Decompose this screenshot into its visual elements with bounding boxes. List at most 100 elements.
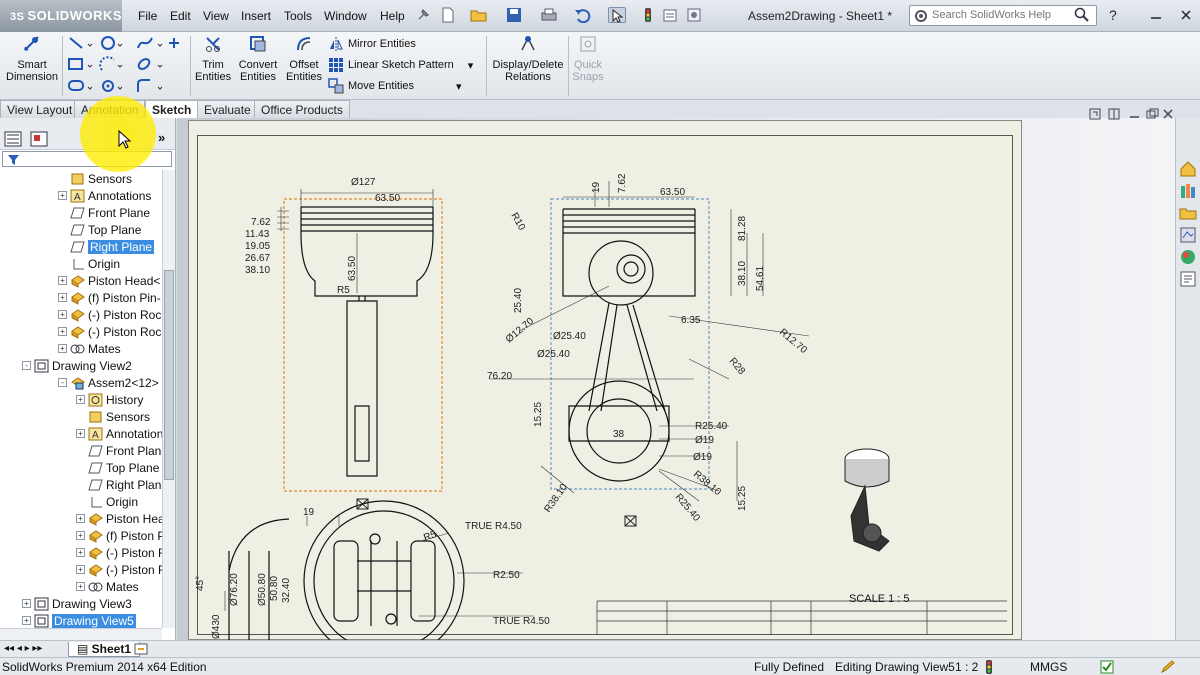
tree-item[interactable]: + Drawing View5 [22, 612, 136, 628]
menu-tools[interactable]: Tools [284, 9, 312, 23]
tree-item[interactable]: Top Plane [58, 221, 141, 238]
tree-item[interactable]: + Piston Head< [76, 510, 162, 527]
tree-item[interactable]: Front Plane [58, 204, 150, 221]
tree-expander-icon[interactable]: + [22, 616, 31, 625]
dimension-label[interactable]: 7.62 [617, 173, 628, 193]
menu-view[interactable]: View [203, 9, 229, 23]
menu-help[interactable]: Help [380, 9, 405, 23]
tree-item[interactable]: + Mates [76, 578, 139, 595]
tree-item[interactable]: Sensors [76, 408, 150, 425]
menu-file[interactable]: File [138, 9, 157, 23]
tree-item[interactable]: Front Plane [76, 442, 162, 459]
tree-item[interactable]: + A Annotations [76, 425, 162, 442]
move-dropdown-icon[interactable]: ▾ [456, 80, 462, 93]
dimension-label[interactable]: R12.70 [777, 327, 809, 356]
dimension-label[interactable]: R25.40 [673, 492, 702, 524]
edit-icon[interactable] [1160, 660, 1176, 675]
convert-entities-button[interactable]: Convert Entities [236, 34, 280, 83]
tree-expander-icon[interactable]: + [22, 599, 31, 608]
dimension-label[interactable]: R5 [422, 529, 438, 544]
feature-manager-tab-icon[interactable] [4, 131, 22, 150]
tree-expander-icon[interactable]: + [76, 531, 85, 540]
solidworks-resources-icon[interactable] [1179, 160, 1197, 178]
tab-evaluate[interactable]: Evaluate [197, 100, 258, 118]
tree-item[interactable]: + (-) Piston Roc [76, 544, 162, 561]
help-question-icon[interactable]: ? [1106, 7, 1124, 23]
tree-expander-icon[interactable]: + [58, 191, 67, 200]
tree-item[interactable]: + (f) Piston Pin- [58, 289, 161, 306]
dimension-label[interactable]: 63.50 [660, 187, 685, 198]
rebuild-traffic-light-icon[interactable] [640, 7, 658, 23]
drawing-sheet[interactable]: Ø127 63.50 7.62 11.43 19.05 26.67 38.10 63.50 R5… [188, 120, 1022, 641]
tree-expander-icon[interactable]: + [76, 429, 85, 438]
dimension-label[interactable]: 38.10 [245, 265, 270, 276]
dimension-label[interactable]: Ø76.20 [229, 573, 240, 606]
dimension-label[interactable]: R28 [727, 356, 748, 377]
open-folder-icon[interactable] [470, 7, 488, 23]
dimension-label[interactable]: Ø25.40 [537, 349, 570, 360]
dimension-label[interactable]: R25.40 [695, 421, 728, 432]
dimension-label[interactable]: 45° [195, 576, 206, 591]
search-icon[interactable] [1074, 7, 1090, 26]
dimension-label[interactable]: 15.25 [737, 486, 748, 511]
tree-expander-icon[interactable]: + [58, 344, 67, 353]
tree-expander-icon[interactable]: + [58, 310, 67, 319]
menu-insert[interactable]: Insert [241, 9, 271, 23]
tab-sketch[interactable]: Sketch [145, 100, 199, 119]
tree-expander-icon[interactable]: + [76, 514, 85, 523]
solidworks-logo[interactable]: 3S SOLIDWORKS [0, 0, 122, 32]
tree-expander-icon[interactable]: - [22, 361, 31, 370]
tree-item[interactable]: Origin [76, 493, 138, 510]
sheet-scale-label[interactable]: 1 : 2 [955, 660, 978, 674]
search-options-icon[interactable] [914, 9, 928, 26]
tab-office-products[interactable]: Office Products [254, 100, 350, 118]
new-document-icon[interactable] [440, 7, 458, 23]
dimension-label[interactable]: 81.28 [737, 216, 748, 241]
menu-window[interactable]: Window [324, 9, 367, 23]
display-delete-relations-button[interactable]: Display/Delete Relations [490, 34, 566, 83]
search-input[interactable] [932, 6, 1082, 24]
dimension-label[interactable]: 63.50 [375, 193, 400, 204]
dimension-label[interactable]: 50.80 [269, 576, 280, 601]
save-icon[interactable] [506, 7, 524, 23]
dimension-label[interactable]: R38.10 [542, 482, 570, 515]
linear-sketch-pattern-button[interactable]: Linear Sketch Pattern ▾ [328, 57, 473, 73]
dimension-label[interactable]: 26.67 [245, 253, 270, 264]
tree-item[interactable]: + Mates [58, 340, 121, 357]
tree-vertical-scrollbar[interactable] [162, 170, 175, 628]
custom-properties-icon[interactable] [1179, 270, 1197, 288]
linear-pattern-dropdown-icon[interactable]: ▾ [468, 59, 474, 72]
minimize-icon[interactable] [1148, 7, 1166, 23]
rebuild-status-icon[interactable] [984, 660, 994, 675]
tree-expander-icon[interactable]: + [58, 293, 67, 302]
mirror-entities-button[interactable]: Mirror Entities [328, 36, 416, 52]
tree-expander-icon[interactable]: + [76, 565, 85, 574]
dimension-label[interactable]: 38 [613, 429, 625, 440]
tree-item[interactable]: Right Plane [58, 238, 155, 255]
dimension-label[interactable]: R10 [508, 211, 527, 233]
expand-panel-icon[interactable]: » [158, 130, 165, 145]
dimension-label[interactable]: Ø127 [351, 177, 376, 188]
trim-entities-button[interactable]: Trim Entities [194, 34, 232, 83]
quick-snaps-button[interactable]: Quick Snaps [570, 34, 606, 83]
close-icon[interactable] [1178, 7, 1196, 23]
dimension-label[interactable]: 63.50 [347, 256, 358, 281]
dimension-label[interactable]: 6.35 [681, 315, 701, 326]
add-sheet-icon[interactable] [134, 643, 150, 658]
search-box[interactable] [909, 5, 1097, 26]
options-icon[interactable] [686, 7, 704, 23]
tree-expander-icon[interactable]: + [58, 327, 67, 336]
tree-item[interactable]: + (-) Piston Roc [76, 561, 162, 578]
dimension-label[interactable]: TRUE R4.50 [465, 521, 522, 532]
dimension-label[interactable]: 38.10 [737, 261, 748, 286]
dimension-label[interactable]: 7.62 [251, 217, 271, 228]
dimension-label[interactable]: R38.10 [691, 469, 723, 498]
tree-item[interactable]: Sensors [58, 170, 132, 187]
tree-item[interactable]: + History [76, 391, 143, 408]
tree-item[interactable]: Top Plane [76, 459, 159, 476]
dimension-label[interactable]: 76.20 [487, 371, 512, 382]
tree-expander-icon[interactable]: - [58, 378, 67, 387]
tree-item[interactable]: Right Plane [76, 476, 162, 493]
dimension-label[interactable]: 15.25 [533, 402, 544, 427]
graphics-area[interactable]: Ø127 63.50 7.62 11.43 19.05 26.67 38.10 63.50 R5… [177, 108, 1175, 641]
